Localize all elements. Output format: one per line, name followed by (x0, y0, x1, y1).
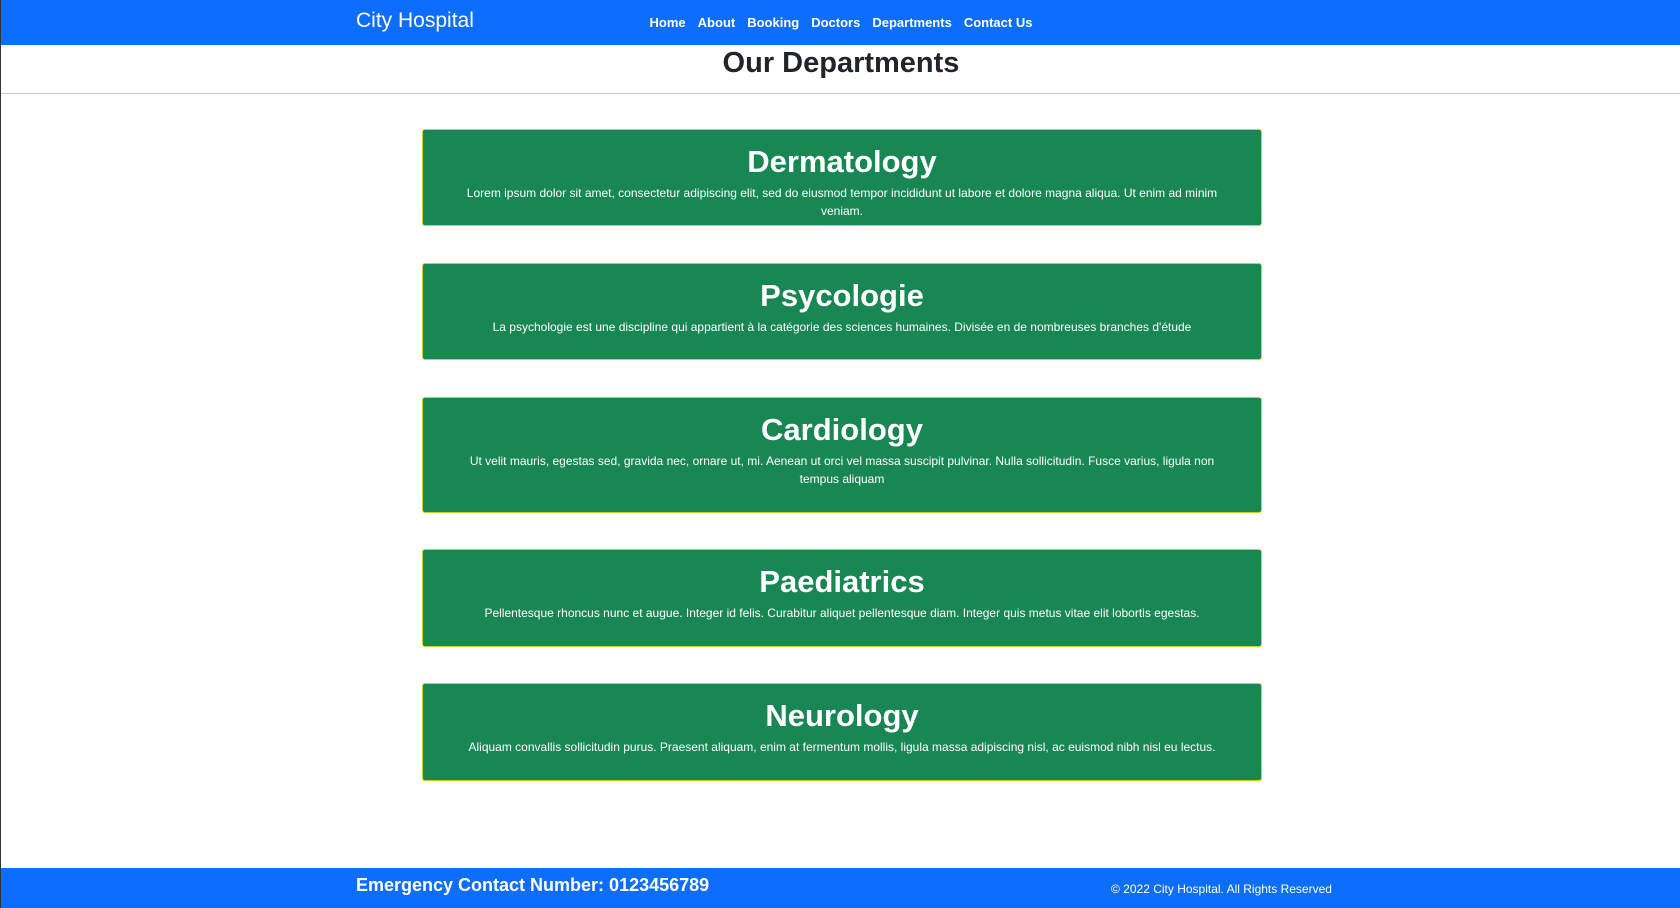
title-divider (1, 93, 1680, 94)
department-description: Aliquam convallis sollicitudin purus. Pr… (468, 740, 1216, 754)
nav-link-home[interactable]: Home (650, 15, 686, 30)
emergency-contact: Emergency Contact Number: 0123456789 (356, 875, 710, 895)
department-description: La psychologie est une discipline qui ap… (492, 320, 1192, 334)
department-card-psycologie: Psycologie La psychologie est une discip… (422, 263, 1262, 360)
nav-link-doctors[interactable]: Doctors (811, 15, 860, 30)
department-name: Neurology (765, 698, 919, 733)
nav-link-booking[interactable]: Booking (747, 15, 799, 30)
navbar: City Hospital Home About Booking Doctors… (1, 0, 1680, 45)
department-card-paediatrics: Paediatrics Pellentesque rhoncus nunc et… (422, 549, 1262, 647)
nav-link-contact-us[interactable]: Contact Us (964, 15, 1033, 30)
department-card-cardiology: Cardiology Ut velit mauris, egestas sed,… (422, 397, 1262, 513)
department-description: Lorem ipsum dolor sit amet, consectetur … (466, 186, 1218, 218)
department-name: Dermatology (747, 144, 937, 179)
department-name: Psycologie (760, 278, 924, 313)
department-name: Cardiology (761, 412, 923, 447)
department-card-neurology: Neurology Aliquam convallis sollicitudin… (422, 683, 1262, 781)
department-name: Paediatrics (759, 564, 925, 599)
page-title: Our Departments (722, 47, 960, 79)
department-description: Pellentesque rhoncus nunc et augue. Inte… (484, 606, 1200, 620)
nav-link-about[interactable]: About (698, 15, 736, 30)
copyright-notice: © 2022 City Hospital. All Rights Reserve… (1111, 882, 1332, 896)
footer: Emergency Contact Number: 0123456789 © 2… (1, 868, 1680, 908)
department-card-dermatology: Dermatology Lorem ipsum dolor sit amet, … (422, 129, 1262, 226)
main-nav: Home About Booking Doctors Departments C… (1, 15, 1680, 30)
nav-link-departments[interactable]: Departments (872, 15, 951, 30)
department-description: Ut velit mauris, egestas sed, gravida ne… (469, 454, 1215, 486)
